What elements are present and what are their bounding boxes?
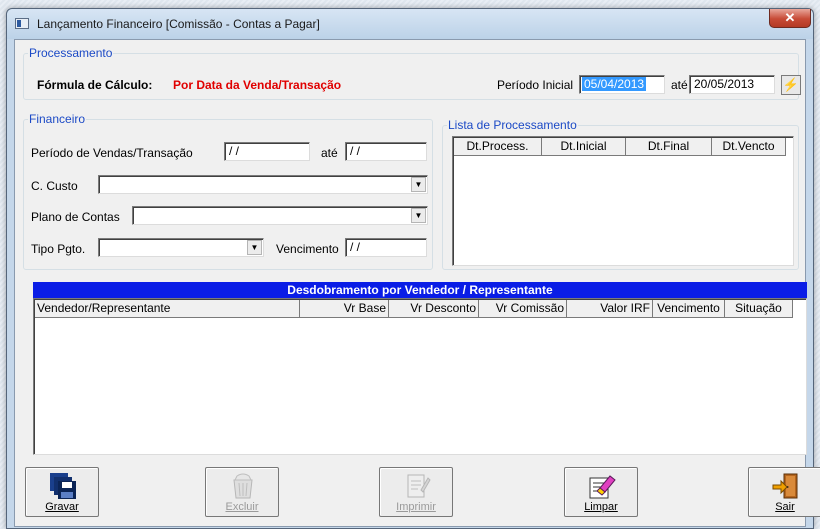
lightning-icon: ⚡	[782, 77, 800, 92]
custo-select[interactable]: ▼	[98, 175, 428, 194]
vencimento-label: Vencimento	[276, 242, 339, 256]
periodo-ate-label: até	[671, 78, 688, 92]
tipo-pgto-select[interactable]: ▼	[98, 238, 264, 257]
periodo-vendas-ate-label: até	[321, 146, 338, 160]
calculate-button[interactable]: ⚡	[781, 75, 801, 95]
chevron-down-icon[interactable]: ▼	[411, 208, 426, 223]
processamento-legend: Processamento	[29, 46, 113, 60]
excluir-label: Excluir	[225, 501, 259, 513]
app-window: Lançamento Financeiro [Comissão - Contas…	[6, 8, 820, 529]
tipo-pgto-label: Tipo Pgto.	[31, 242, 86, 256]
lista-processamento-legend: Lista de Processamento	[448, 118, 577, 132]
limpar-button[interactable]: Limpar	[564, 467, 638, 517]
column-header[interactable]: Dt.Process.	[454, 138, 542, 156]
window-title: Lançamento Financeiro [Comissão - Contas…	[37, 17, 320, 31]
sair-label: Sair	[775, 501, 795, 513]
periodo-vendas-label: Período de Vendas/Transação	[31, 146, 193, 160]
column-header[interactable]: Vr Base	[300, 300, 389, 318]
lista-processamento-list[interactable]: Dt.Process. Dt.Inicial Dt.Final Dt.Venct…	[452, 136, 794, 266]
plano-select[interactable]: ▼	[132, 206, 428, 225]
imprimir-button[interactable]: Imprimir	[379, 467, 453, 517]
column-header[interactable]: Valor IRF	[567, 300, 653, 318]
close-icon: ✕	[784, 10, 796, 25]
gravar-label: Gravar	[45, 501, 79, 513]
close-button[interactable]: ✕	[769, 9, 811, 28]
column-header[interactable]: Vencimento	[653, 300, 725, 318]
column-header[interactable]: Vr Desconto	[389, 300, 479, 318]
plano-label: Plano de Contas	[31, 210, 120, 224]
app-icon	[15, 18, 29, 29]
desdobramento-list[interactable]: Vendedor/Representante Vr Base Vr Descon…	[33, 298, 807, 455]
column-header[interactable]: Dt.Inicial	[542, 138, 626, 156]
save-icon	[50, 473, 76, 499]
gravar-button[interactable]: Gravar	[25, 467, 99, 517]
eraser-icon	[589, 475, 616, 499]
client-area: Processamento Fórmula de Cálculo: Por Da…	[14, 39, 820, 527]
column-header[interactable]: Vendedor/Representante	[35, 300, 300, 318]
column-header[interactable]: Vr Comissão	[479, 300, 567, 318]
chevron-down-icon[interactable]: ▼	[411, 177, 426, 192]
periodo-inicial-input[interactable]: 05/04/2013	[579, 75, 665, 94]
chevron-down-icon[interactable]: ▼	[247, 240, 262, 255]
formula-value: Por Data da Venda/Transação	[173, 78, 342, 92]
document-icon	[407, 474, 431, 498]
exit-door-icon	[772, 473, 798, 499]
financeiro-legend: Financeiro	[29, 112, 86, 126]
limpar-label: Limpar	[584, 501, 618, 513]
excluir-button[interactable]: Excluir	[205, 467, 279, 517]
periodo-inicial-label: Período Inicial	[497, 78, 574, 92]
column-header[interactable]: Dt.Vencto	[712, 138, 786, 156]
custo-label: C. Custo	[31, 179, 78, 193]
vencimento-input[interactable]: / /	[345, 238, 427, 257]
title-bar[interactable]: Lançamento Financeiro [Comissão - Contas…	[7, 9, 813, 39]
desdobramento-header: Desdobramento por Vendedor / Representan…	[33, 282, 807, 298]
trash-icon	[233, 473, 253, 499]
column-header[interactable]: Situação	[725, 300, 793, 318]
periodo-final-input[interactable]: 20/05/2013	[689, 75, 775, 94]
formula-label: Fórmula de Cálculo:	[37, 78, 153, 92]
imprimir-label: Imprimir	[396, 501, 436, 513]
periodo-vendas-de-input[interactable]: / /	[224, 142, 310, 161]
column-header[interactable]: Dt.Final	[626, 138, 712, 156]
sair-button[interactable]: Sair	[748, 467, 820, 517]
periodo-vendas-ate-input[interactable]: / /	[345, 142, 427, 161]
